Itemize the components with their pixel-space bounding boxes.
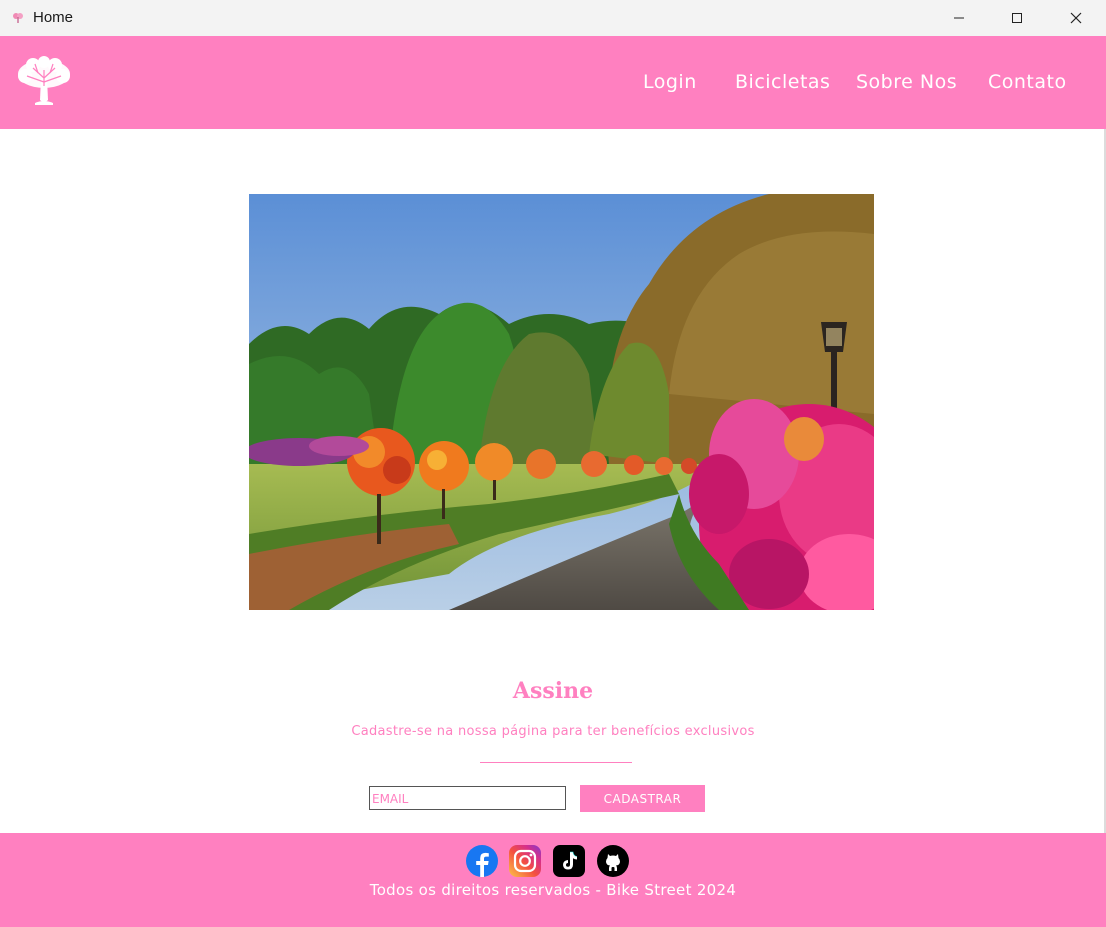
- minimize-icon: [954, 17, 964, 19]
- nav-link-login[interactable]: Login: [643, 71, 697, 93]
- tree-logo-icon[interactable]: [13, 56, 75, 106]
- subscribe-title: Assine: [512, 678, 594, 704]
- subscribe-text: Cadastre-se na nossa página para ter ben…: [351, 724, 755, 739]
- copyright-text: Todos os direitos reservados - Bike Stre…: [369, 881, 737, 899]
- window-titlebar: Home: [0, 0, 1106, 36]
- email-field[interactable]: [369, 786, 566, 810]
- minimize-button[interactable]: [930, 0, 988, 36]
- hero-image: [249, 194, 874, 610]
- nav-link-contato[interactable]: Contato: [988, 71, 1067, 93]
- tiktok-icon[interactable]: [553, 845, 585, 877]
- site-footer: Todos os direitos reservados - Bike Stre…: [0, 833, 1106, 927]
- cadastrar-button[interactable]: CADASTRAR: [580, 785, 705, 812]
- app-icon: [13, 13, 23, 23]
- maximize-icon: [1012, 13, 1022, 23]
- site-header: Login Bicicletas Sobre Nos Contato: [0, 36, 1106, 129]
- window-title: Home: [33, 9, 74, 26]
- divider: [480, 762, 632, 763]
- maximize-button[interactable]: [988, 0, 1046, 36]
- instagram-icon[interactable]: [509, 845, 541, 877]
- facebook-icon[interactable]: [466, 845, 498, 877]
- nav-link-bicicletas[interactable]: Bicicletas: [735, 71, 830, 93]
- github-icon[interactable]: [597, 845, 629, 877]
- close-icon: [1070, 12, 1082, 24]
- close-button[interactable]: [1047, 0, 1105, 36]
- nav-link-sobre-nos[interactable]: Sobre Nos: [856, 71, 957, 93]
